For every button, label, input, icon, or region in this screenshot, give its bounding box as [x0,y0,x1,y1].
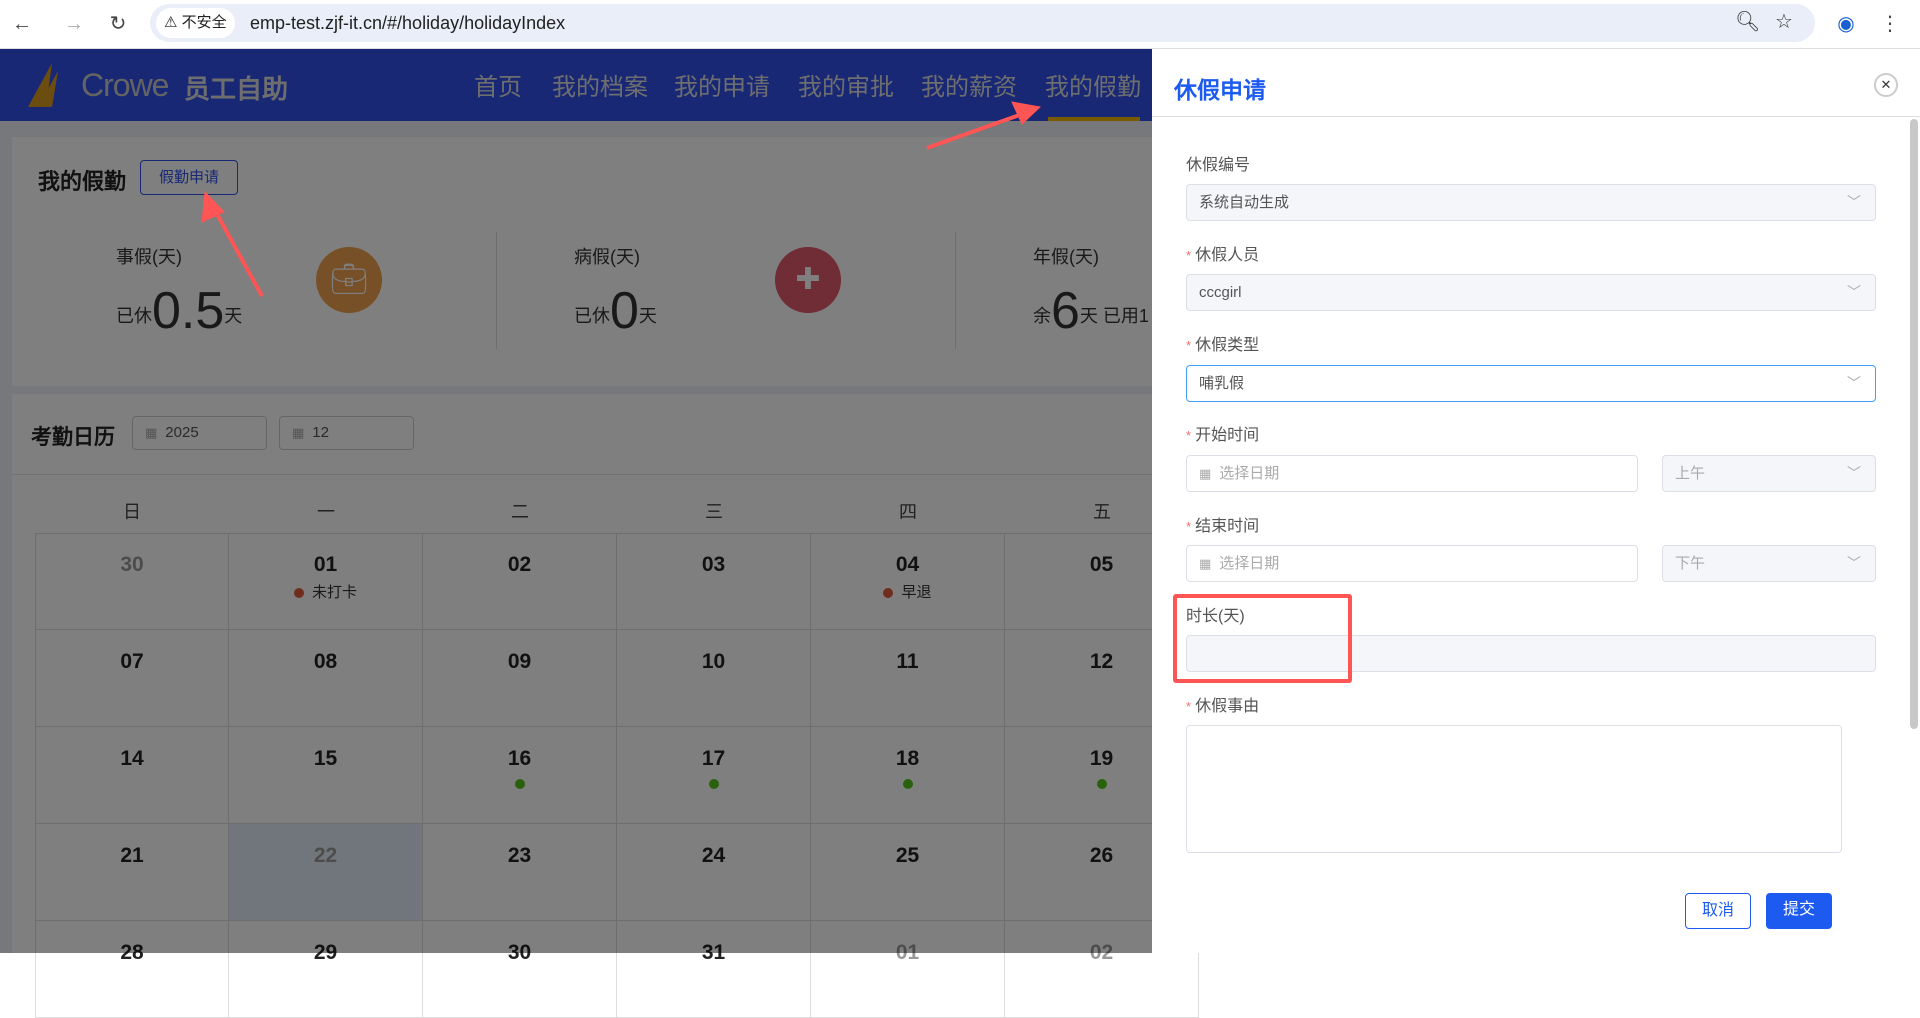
end-date-input[interactable]: ▦ 选择日期 [1186,545,1638,582]
address-bar[interactable]: ⚠ 不安全 emp-test.zjf-it.cn/#/holiday/holid… [150,4,1815,42]
cancel-button[interactable]: 取消 [1685,893,1751,929]
start-date-input[interactable]: ▦ 选择日期 [1186,455,1638,492]
leave-number-select: 系统自动生成 ﹀ [1186,184,1876,221]
annotation-highlight-box [1173,594,1352,683]
leave-person-label: * 休假人员 [1186,247,1260,264]
reload-icon[interactable]: ↻ [104,10,132,38]
chevron-down-icon: ﹀ [1847,465,1861,481]
chevron-down-icon: ﹀ [1847,194,1861,210]
reason-textarea[interactable] [1186,725,1842,853]
security-indicator[interactable]: ⚠ 不安全 [156,8,235,38]
start-period-select[interactable]: 上午 ﹀ [1662,455,1876,492]
close-icon[interactable]: ✕ [1874,73,1898,97]
star-icon[interactable]: ☆ [1775,9,1793,34]
profile-icon[interactable]: ◉ [1832,10,1860,38]
menu-icon[interactable]: ⋮ [1876,10,1904,38]
scrollbar[interactable] [1910,119,1918,729]
submit-button[interactable]: 提交 [1766,893,1832,929]
chevron-down-icon: ﹀ [1847,284,1861,300]
browser-toolbar: ← → ↻ ⚠ 不安全 emp-test.zjf-it.cn/#/holiday… [0,0,1920,49]
back-icon[interactable]: ← [8,10,36,38]
divider [1152,116,1920,117]
chevron-down-icon: ﹀ [1847,555,1861,571]
leave-type-select[interactable]: 哺乳假 ﹀ [1186,365,1876,402]
warning-icon: ⚠ [164,14,182,31]
reason-label: * 休假事由 [1186,698,1260,715]
zoom-icon[interactable]: 🔍︎ [1735,9,1760,34]
calendar-icon: ▦ [1199,466,1212,481]
start-time-label: * 开始时间 [1186,427,1260,444]
chevron-down-icon: ﹀ [1847,375,1861,391]
url-text[interactable]: emp-test.zjf-it.cn/#/holiday/holidayInde… [250,4,565,42]
calendar-icon: ▦ [1199,556,1212,571]
leave-application-drawer: 休假申请 ✕ 休假编号 系统自动生成 ﹀ * 休假人员 cccgirl ﹀ * 休假类型… [1152,49,1920,953]
forward-icon[interactable]: → [60,10,88,38]
end-time-label: * 结束时间 [1186,518,1260,535]
drawer-title: 休假申请 [1174,77,1266,103]
leave-number-label: 休假编号 [1186,157,1251,174]
leave-type-label: * 休假类型 [1186,337,1260,354]
end-period-select[interactable]: 下午 ﹀ [1662,545,1876,582]
leave-person-select[interactable]: cccgirl ﹀ [1186,274,1876,311]
